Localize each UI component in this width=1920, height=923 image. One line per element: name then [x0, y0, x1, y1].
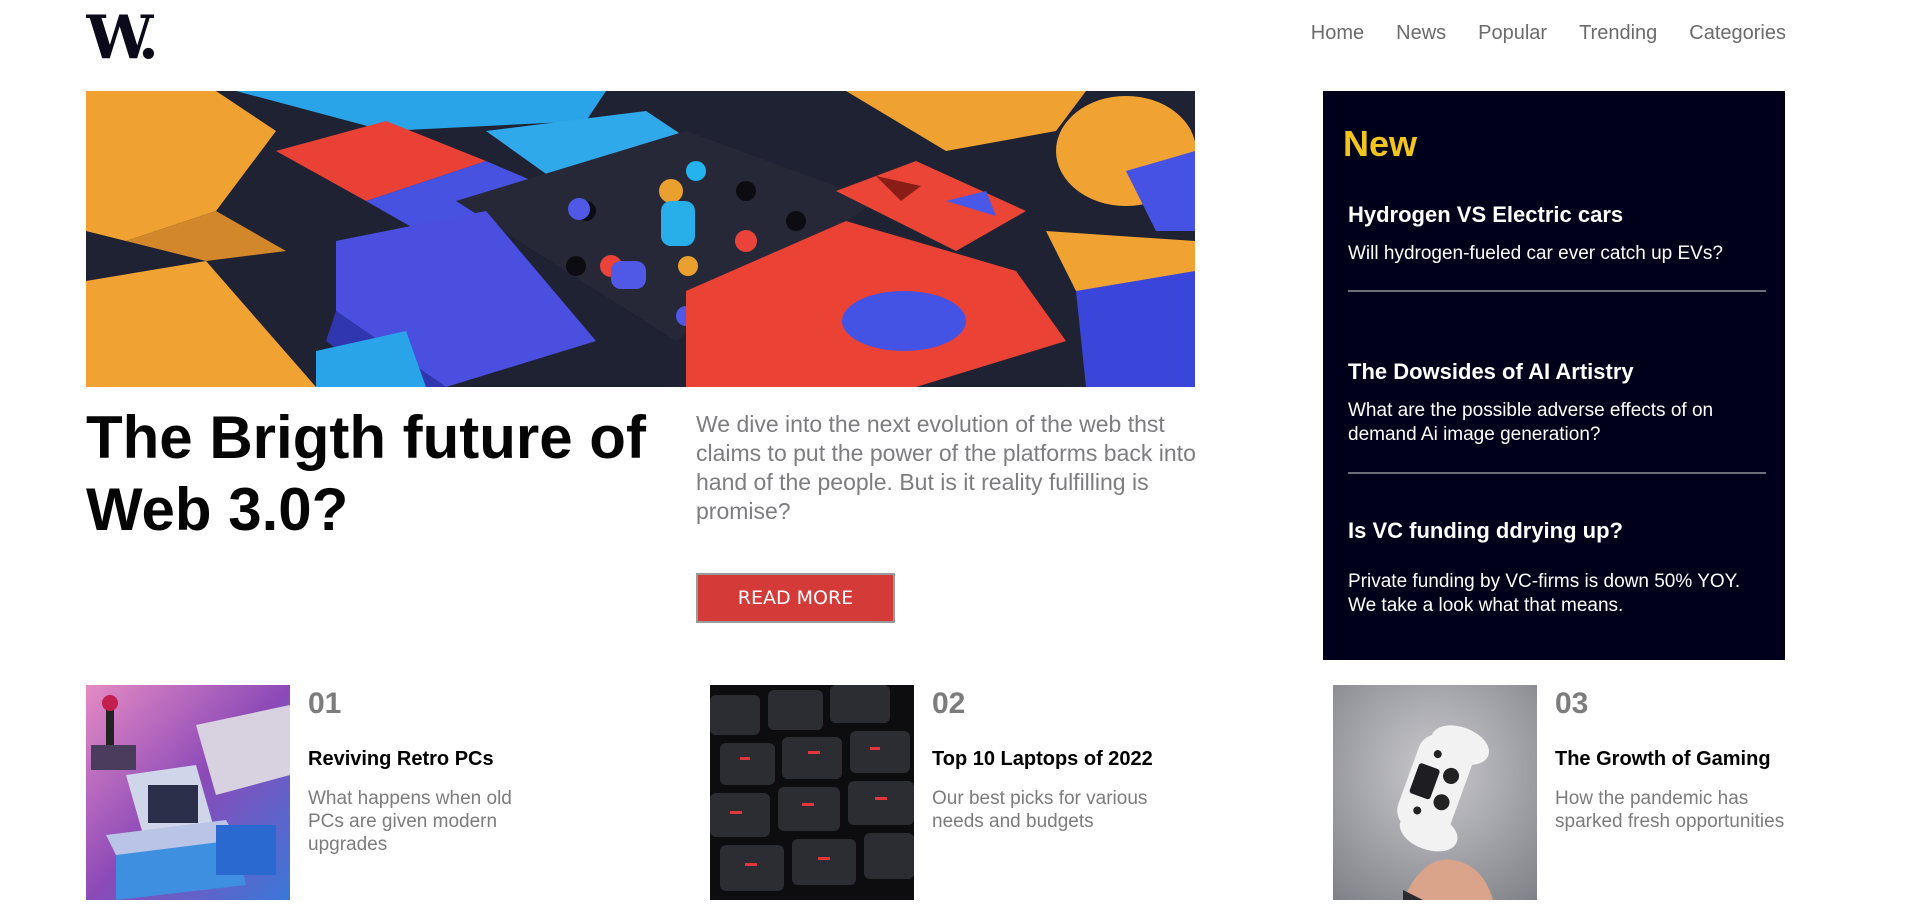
card-description: What happens when old PCs are given mode… [308, 788, 512, 855]
new-panel: New Hydrogen VS Electric cars Will hydro… [1323, 91, 1785, 660]
card-description: Our best picks for various needs and bud… [932, 788, 1148, 832]
new-item-title[interactable]: Hydrogen VS Electric cars [1348, 202, 1766, 228]
article-card[interactable]: 01 Reviving Retro PCs What happens when … [86, 685, 566, 900]
new-item-desc: Will hydrogen-fueled car ever catch up E… [1348, 243, 1723, 264]
card-title[interactable]: Reviving Retro PCs [308, 748, 494, 771]
laptop-keyboard-image [710, 685, 914, 900]
hero-title: The Brigth future of Web 3.0? [86, 404, 646, 543]
main-nav: Home News Popular Trending Categories [1311, 22, 1786, 45]
new-item[interactable]: The Dowsides of AI Artistry What are the… [1348, 359, 1766, 447]
article-card[interactable]: 02 Top 10 Laptops of 2022 Our best picks… [710, 685, 1190, 900]
logo-text: W. [86, 8, 155, 64]
new-item[interactable]: Is VC funding ddrying up? Private fundin… [1348, 518, 1766, 618]
new-item-desc: What are the possible adverse effects of… [1348, 400, 1714, 445]
nav-home[interactable]: Home [1311, 22, 1364, 45]
new-panel-title: New [1343, 123, 1418, 164]
card-number: 03 [1555, 687, 1589, 720]
card-number: 01 [308, 687, 342, 720]
nav-news[interactable]: News [1396, 22, 1446, 45]
new-item-title[interactable]: The Dowsides of AI Artistry [1348, 359, 1766, 385]
card-number: 02 [932, 687, 966, 720]
article-card[interactable]: 03 The Growth of Gaming How the pandemic… [1333, 685, 1813, 900]
site-logo[interactable]: W. [86, 8, 170, 64]
card-title[interactable]: Top 10 Laptops of 2022 [932, 748, 1153, 771]
card-description: How the pandemic has sparked fresh oppor… [1555, 788, 1785, 832]
nav-trending[interactable]: Trending [1579, 22, 1657, 45]
card-title[interactable]: The Growth of Gaming [1555, 748, 1771, 771]
read-more-button[interactable]: READ MORE [696, 573, 895, 623]
abstract-3d-blocks-image [86, 91, 1195, 387]
game-controller-image [1333, 685, 1537, 900]
card-thumbnail[interactable] [1333, 685, 1537, 900]
retro-pc-image [86, 685, 290, 900]
new-item-title[interactable]: Is VC funding ddrying up? [1348, 518, 1766, 544]
card-thumbnail[interactable] [86, 685, 290, 900]
divider [1348, 290, 1766, 292]
nav-categories[interactable]: Categories [1689, 22, 1786, 45]
divider [1348, 472, 1766, 474]
new-item-desc: Private funding by VC-firms is down 50% … [1348, 571, 1741, 616]
new-item[interactable]: Hydrogen VS Electric cars Will hydrogen-… [1348, 202, 1766, 266]
nav-popular[interactable]: Popular [1478, 22, 1547, 45]
hero-description: We dive into the next evolution of the w… [696, 411, 1196, 524]
card-thumbnail[interactable] [710, 685, 914, 900]
hero-image[interactable] [86, 91, 1195, 387]
